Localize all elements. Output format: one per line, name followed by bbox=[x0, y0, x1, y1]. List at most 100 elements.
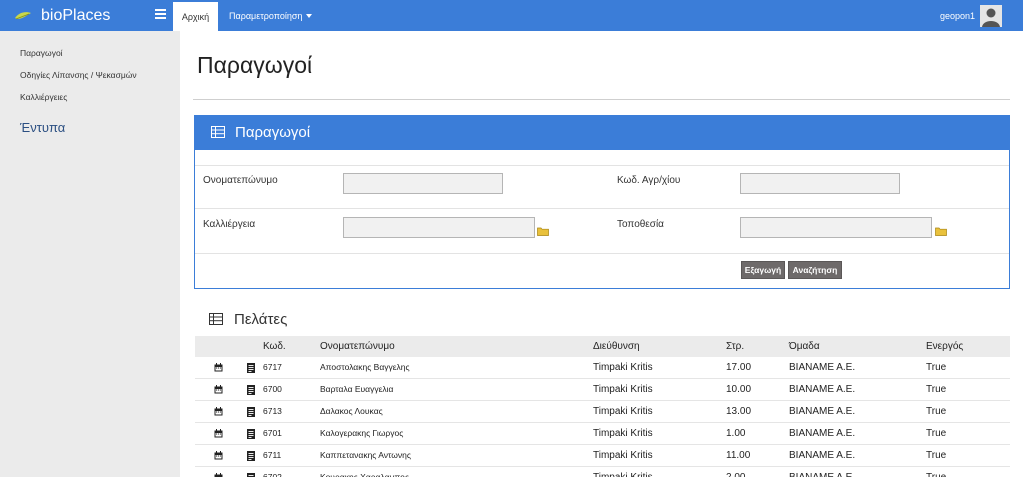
cell-code: 6713 bbox=[263, 406, 282, 416]
cell-group: BIANAME A.E. bbox=[789, 384, 856, 395]
calendar-icon[interactable] bbox=[214, 473, 223, 477]
column-header-name[interactable]: Ονοματεπώνυμο bbox=[320, 336, 395, 357]
cell-group: BIANAME A.E. bbox=[789, 362, 856, 373]
table-grid-icon bbox=[209, 313, 223, 325]
cell-active: True bbox=[926, 428, 947, 439]
name-input[interactable] bbox=[343, 173, 503, 194]
settings-dropdown-label: Παραμετροποίηση bbox=[229, 10, 303, 21]
row-divider bbox=[195, 253, 1009, 254]
farmer-code-input[interactable] bbox=[740, 173, 900, 194]
cell-code: 6701 bbox=[263, 428, 282, 438]
page-title: Παραγωγοί bbox=[197, 52, 313, 78]
calendar-icon[interactable] bbox=[214, 407, 223, 416]
document-icon[interactable] bbox=[247, 451, 255, 461]
filter-panel-title: Παραγωγοί bbox=[235, 124, 311, 141]
folder-icon[interactable] bbox=[537, 227, 549, 236]
sidebar-section-forms[interactable]: Έντυπα bbox=[20, 120, 65, 135]
cell-code: 6711 bbox=[263, 450, 282, 460]
cell-code: 6702 bbox=[263, 472, 282, 477]
location-input[interactable] bbox=[740, 217, 932, 238]
top-navbar: bioPlaces Αρχική Παραμετροποίηση geopon1 bbox=[0, 0, 1023, 31]
column-header-code[interactable]: Κωδ. bbox=[263, 336, 286, 357]
search-button[interactable]: Αναζήτηση bbox=[788, 261, 842, 279]
calendar-icon[interactable] bbox=[214, 451, 223, 460]
title-divider bbox=[193, 99, 1010, 100]
table-grid-icon bbox=[211, 126, 225, 138]
document-icon[interactable] bbox=[247, 429, 255, 439]
column-header-area[interactable]: Στρ. bbox=[726, 336, 744, 357]
cell-area: 1.00 bbox=[726, 428, 746, 439]
hamburger-icon[interactable] bbox=[155, 9, 166, 21]
name-label: Ονοματεπώνυμο bbox=[203, 175, 278, 186]
user-avatar-icon bbox=[980, 5, 1002, 27]
cell-name[interactable]: Κουρακης Χαραλαμπος bbox=[320, 467, 409, 477]
cell-area: 11.00 bbox=[726, 450, 751, 461]
column-header-group[interactable]: Όμαδα bbox=[789, 336, 820, 357]
cell-active: True bbox=[926, 467, 946, 477]
cell-name[interactable]: Καλογερακης Γιωργος bbox=[320, 423, 403, 444]
cell-area: 10.00 bbox=[726, 384, 752, 395]
sidebar-item-crops[interactable]: Καλλιέργειες bbox=[20, 92, 67, 102]
document-icon[interactable] bbox=[247, 385, 255, 395]
avatar[interactable] bbox=[980, 5, 1002, 27]
column-header-address[interactable]: Διεύθυνση bbox=[593, 336, 640, 357]
crop-input[interactable] bbox=[343, 217, 535, 238]
cell-name[interactable]: Δαλακος Λουκας bbox=[320, 401, 383, 422]
cell-address: Timpaki Kritis bbox=[593, 362, 653, 373]
table-row[interactable]: 6701 Καλογερακης Γιωργος Timpaki Kritis … bbox=[195, 423, 1010, 445]
cell-area: 13.00 bbox=[726, 406, 752, 417]
cell-address: Timpaki Kritis bbox=[593, 406, 653, 417]
calendar-icon[interactable] bbox=[214, 363, 223, 372]
export-button[interactable]: Εξαγωγή bbox=[741, 261, 785, 279]
cell-group: BIANAME A.E. bbox=[789, 450, 856, 461]
cell-code: 6700 bbox=[263, 384, 282, 394]
crop-label: Καλλιέργεια bbox=[203, 219, 256, 230]
column-header-active[interactable]: Ενεργός bbox=[926, 336, 963, 357]
table-row[interactable]: 6717 Αποστολακης Βαγγελης Timpaki Kritis… bbox=[195, 357, 1010, 379]
caret-down-icon bbox=[306, 13, 313, 18]
leaf-logo-icon bbox=[15, 11, 31, 19]
cell-group: BIANAME A.E. bbox=[789, 467, 855, 477]
cell-address: Timpaki Kritis bbox=[593, 384, 653, 395]
cell-area: 17.00 bbox=[726, 362, 752, 373]
cell-code: 6717 bbox=[263, 362, 282, 372]
table-row[interactable]: 6713 Δαλακος Λουκας Timpaki Kritis 13.00… bbox=[195, 401, 1010, 423]
cell-address: Timpaki Kritis bbox=[593, 467, 653, 477]
document-icon[interactable] bbox=[247, 473, 255, 477]
sidebar: Παραγωγοί Οδηγίες Λίπανσης / Ψεκασμών Κα… bbox=[0, 31, 180, 477]
customers-section-title: Πελάτες bbox=[234, 311, 288, 328]
cell-group: BIANAME A.E. bbox=[789, 406, 856, 417]
user-name[interactable]: geopon1 bbox=[940, 0, 975, 31]
cell-active: True bbox=[926, 362, 947, 373]
farmer-code-label: Κωδ. Αγρ/χίου bbox=[617, 175, 681, 186]
table-row[interactable]: 6711 Καππετανακης Αντωνης Timpaki Kritis… bbox=[195, 445, 1010, 467]
calendar-icon[interactable] bbox=[214, 385, 223, 394]
brand[interactable]: bioPlaces bbox=[14, 0, 110, 31]
sidebar-item-producers[interactable]: Παραγωγοί bbox=[20, 48, 63, 58]
row-divider bbox=[195, 165, 1009, 166]
cell-address: Timpaki Kritis bbox=[593, 428, 653, 439]
folder-icon[interactable] bbox=[935, 227, 947, 236]
row-divider bbox=[195, 208, 1009, 209]
cell-active: True bbox=[926, 406, 947, 417]
cell-address: Timpaki Kritis bbox=[593, 450, 653, 461]
settings-dropdown[interactable]: Παραμετροποίηση bbox=[229, 0, 313, 31]
filter-panel: Παραγωγοί Ονοματεπώνυμο Κωδ. Αγρ/χίου Κα… bbox=[194, 115, 1010, 289]
filter-panel-header: Παραγωγοί bbox=[195, 116, 1009, 150]
brand-name: bioPlaces bbox=[41, 6, 111, 24]
cell-area: 2.00 bbox=[726, 467, 745, 477]
document-icon[interactable] bbox=[247, 363, 255, 373]
cell-name[interactable]: Καππετανακης Αντωνης bbox=[320, 445, 411, 466]
cell-name[interactable]: Βαρταλα Ευαγγελια bbox=[320, 379, 393, 400]
table-header: Κωδ. Ονοματεπώνυμο Διεύθυνση Στρ. Όμαδα … bbox=[195, 336, 1010, 357]
cell-name[interactable]: Αποστολακης Βαγγελης bbox=[320, 357, 410, 378]
tab-home[interactable]: Αρχική bbox=[173, 2, 218, 31]
location-label: Τοποθεσία bbox=[617, 219, 664, 230]
sidebar-item-fertilization-spraying[interactable]: Οδηγίες Λίπανσης / Ψεκασμών bbox=[20, 70, 137, 80]
cell-active: True bbox=[926, 450, 947, 461]
table-row[interactable]: 6700 Βαρταλα Ευαγγελια Timpaki Kritis 10… bbox=[195, 379, 1010, 401]
calendar-icon[interactable] bbox=[214, 429, 223, 438]
document-icon[interactable] bbox=[247, 407, 255, 417]
cell-active: True bbox=[926, 384, 947, 395]
table-row[interactable]: 6702 Κουρακης Χαραλαμπος Timpaki Kritis … bbox=[195, 467, 1010, 477]
